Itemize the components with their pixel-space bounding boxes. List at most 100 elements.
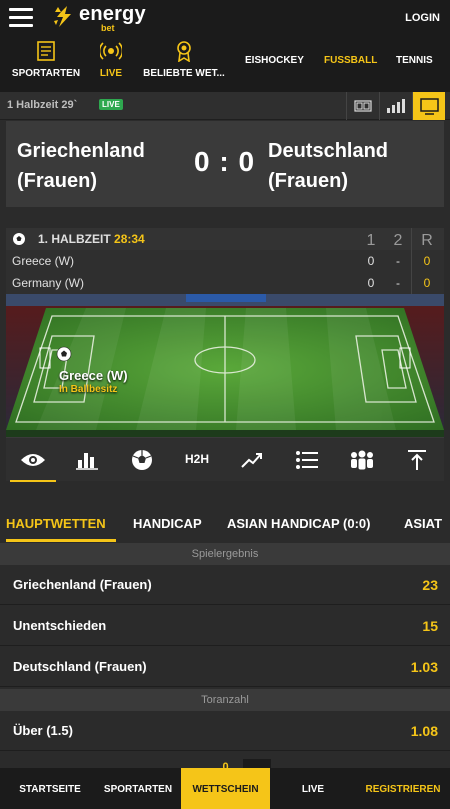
nav-beliebte-wetten[interactable]: BELIEBTE WET... [138,37,230,92]
tool-h2h[interactable]: H2H [170,438,224,482]
award-medal-icon [177,41,191,62]
tab-asian-handicap[interactable]: ASIAN HANDICAP (0:0) [227,516,371,531]
stats-header: 1. HALBZEIT 28:34 1 2 R [6,228,444,250]
tool-collapse[interactable] [390,438,444,482]
possession-team: Greece (W) [59,368,128,383]
tool-list[interactable] [280,438,334,482]
nav-beliebte-label: BELIEBTE WET... [143,68,225,79]
selection-odd[interactable]: 1.03 [411,659,438,675]
nav-eishockey[interactable]: EISHOCKEY [245,55,304,66]
sports-list-icon [37,41,55,61]
col-r-header: R [421,232,433,249]
collapse-up-icon [408,450,426,470]
bottom-live[interactable]: LIVE [270,768,356,809]
market-title: Spielergebnis [0,543,450,565]
away-team-name: Deutschland (Frauen) [268,140,389,192]
bottom-sportarten[interactable]: SPORTARTEN [95,768,181,809]
stats-team: Germany (W) [12,276,84,290]
stats-r: 0 [423,254,431,268]
nav-fussball[interactable]: FUSSBALL [324,55,377,66]
possession-label: Greece (W) In Ballbesitz [59,368,128,395]
scoreboard-view-button[interactable] [346,92,378,120]
scoreboard: Griechenland (Frauen) 0 : 0 Deutschland … [6,121,444,207]
match-score: 0 : 0 [194,146,256,177]
active-tab-indicator [6,539,116,542]
tool-watch[interactable] [6,438,60,482]
stats-row-away: Germany (W) 0 - 0 [6,272,444,294]
register-button[interactable]: REGISTRIEREN [356,768,450,809]
tv-view-button[interactable] [412,92,445,120]
bar-chart-icon [387,99,405,113]
tab-asian-more[interactable]: ASIAT [404,516,442,531]
eye-icon [21,454,45,466]
players-icon [351,450,373,470]
stats-h1: 0 [367,254,375,268]
energy-bolt-logo-icon [54,6,71,27]
odds-row[interactable]: Griechenland (Frauen) 23 [0,565,450,605]
bottom-startseite[interactable]: STARTSEITE [0,768,100,809]
app-header: energy bet LOGIN [0,0,450,37]
half-label: 1. HALBZEIT 28:34 [38,232,145,246]
list-icon [296,451,318,469]
sports-nav: SPORTARTEN LIVE BELIEBTE WET... EISHOCKE… [0,37,450,92]
selection-odd[interactable]: 23 [422,577,438,593]
match-status-bar: 1 Halbzeit 29` LIVE [0,92,450,120]
tv-screen-icon [420,98,439,115]
col-2-header: 2 [393,232,403,249]
tool-players[interactable] [335,438,389,482]
market-tabs: HAUPTWETTEN HANDICAP ASIAN HANDICAP (0:0… [0,506,450,542]
login-button[interactable]: LOGIN [405,12,440,24]
hamburger-menu-icon[interactable] [9,8,33,28]
possession-status: In Ballbesitz [59,384,118,395]
nav-tennis[interactable]: TENNIS [396,55,433,66]
live-pitch-tracker: Greece (W) In Ballbesitz [6,294,444,437]
pitch-graphic [6,294,444,437]
wettschein-label: WETTSCHEIN [192,784,259,795]
half-name: 1. HALBZEIT [38,232,111,246]
bet-slip-count: 0 [222,761,229,773]
bottom-wettschein[interactable]: 0 WETTSCHEIN [181,761,270,809]
live-broadcast-icon [100,42,122,60]
nav-sportarten[interactable]: SPORTARTEN [8,37,84,92]
odds-row[interactable]: Unentschieden 15 [0,606,450,646]
stats-row-home: Greece (W) 0 - 0 [6,250,444,272]
market-title: Toranzahl [0,689,450,711]
h2h-label: H2H [184,452,209,466]
stats-r: 0 [423,276,431,290]
selection-name: Deutschland (Frauen) [13,659,147,674]
nav-sportarten-label: SPORTARTEN [11,68,81,79]
tool-trend[interactable] [225,438,279,482]
nav-live-label: LIVE [99,68,123,79]
tracker-toolbar: H2H [6,437,444,482]
football-icon [132,450,152,470]
tab-hauptwetten[interactable]: HAUPTWETTEN [6,516,106,531]
match-period: 1 Halbzeit 29` [7,99,78,111]
trend-line-icon [241,453,262,468]
statistics-icon [76,453,98,470]
home-team-name: Griechenland (Frauen) [17,140,145,192]
soccer-ball-icon [13,233,25,245]
stats-h2: - [396,276,400,290]
tool-lineup[interactable] [115,438,169,482]
selection-name: Griechenland (Frauen) [13,577,152,592]
tool-statistics[interactable] [60,438,114,482]
nav-live[interactable]: LIVE [92,37,130,92]
live-badge: LIVE [99,99,123,110]
stats-h1: 0 [367,276,375,290]
col-1-header: 1 [366,232,376,249]
brand-name: energy [79,3,146,25]
brand-sub: bet [101,23,115,33]
selection-name: Unentschieden [13,618,107,633]
odds-row[interactable]: Deutschland (Frauen) 1.03 [0,647,450,687]
tab-handicap[interactable]: HANDICAP [133,516,202,531]
stats-h2: - [396,254,400,268]
odds-row[interactable]: Über (1.5) 1.08 [0,711,450,751]
match-clock: 28:34 [114,232,145,246]
statistics-view-button[interactable] [379,92,411,120]
selection-odd[interactable]: 15 [422,618,438,634]
scoreboard-icon [354,100,372,112]
selection-odd[interactable]: 1.08 [411,723,438,739]
live-stats-table: 1. HALBZEIT 28:34 1 2 R Greece (W) 0 - 0… [6,228,444,294]
stats-team: Greece (W) [12,254,75,268]
selection-name: Über (1.5) [13,723,73,738]
